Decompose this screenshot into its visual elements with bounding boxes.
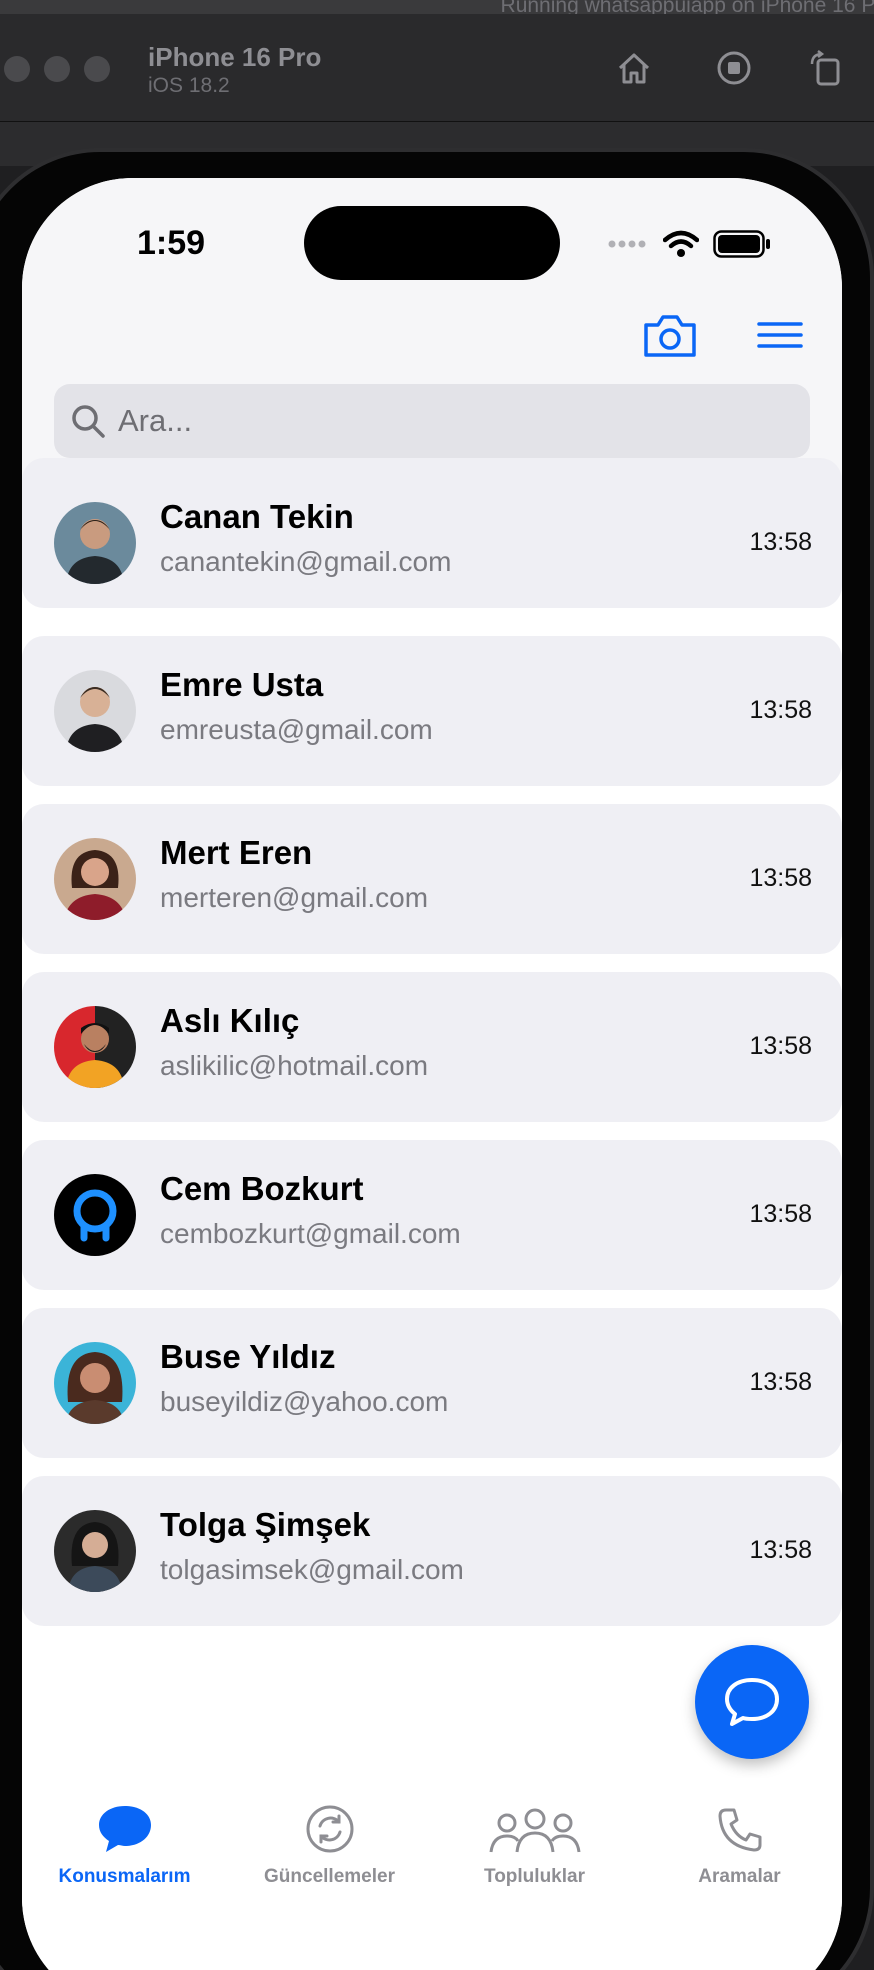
avatar-photo-icon xyxy=(54,1006,136,1088)
updates-icon xyxy=(306,1805,353,1853)
status-icons xyxy=(607,230,771,258)
avatar xyxy=(54,1006,136,1088)
phone-screen: 1:59 Ara... Canan Tekin canantekin@gmail… xyxy=(22,178,842,1970)
camera-icon xyxy=(644,315,696,357)
record-icon xyxy=(717,51,751,85)
message-time: 13:58 xyxy=(749,864,812,892)
screenshot-button[interactable] xyxy=(712,46,756,90)
message-time: 13:58 xyxy=(749,696,812,724)
simulator-os-version: iOS 18.2 xyxy=(148,74,230,97)
search-input[interactable] xyxy=(118,403,768,439)
avatar-photo-icon xyxy=(54,502,136,584)
tab-konusmalarim[interactable]: Konusmalarım xyxy=(22,1778,227,1908)
hamburger-menu-icon xyxy=(757,322,803,348)
simulator-title-bar: Running whatsappuiapp on iPhone 16 Pro i… xyxy=(0,0,874,122)
chat-row-cem-bozkurt[interactable]: Cem Bozkurt cembozkurt@gmail.com 13:58 xyxy=(22,1140,842,1290)
phone-icon xyxy=(718,1808,761,1852)
avatar-photo-icon xyxy=(54,1510,136,1592)
simulator-device-name: iPhone 16 Pro xyxy=(148,42,322,72)
tab-bar: Konusmalarım Güncellemeler Topluluklar A… xyxy=(22,1778,842,1970)
window-minimize-button[interactable] xyxy=(44,56,70,82)
rotate-button[interactable] xyxy=(804,46,848,90)
message-time: 13:58 xyxy=(749,528,812,556)
tab-label: Konusmalarım xyxy=(58,1866,191,1887)
default-avatar-icon xyxy=(54,1174,136,1256)
contact-name: Aslı Kılıç xyxy=(160,1002,300,1039)
chat-row-asli-kilic[interactable]: Aslı Kılıç aslikilic@hotmail.com 13:58 xyxy=(22,972,842,1122)
tab-aramalar[interactable]: Aramalar xyxy=(637,1778,842,1908)
tab-guncellemeler[interactable]: Güncellemeler xyxy=(227,1778,432,1908)
camera-button[interactable] xyxy=(642,313,698,359)
contact-email: canantekin@gmail.com xyxy=(160,546,452,577)
cellular-signal-icon xyxy=(608,240,646,248)
message-time: 13:58 xyxy=(749,1032,812,1060)
contact-email: merteren@gmail.com xyxy=(160,882,429,913)
chat-row-emre-usta[interactable]: Emre Usta emreusta@gmail.com 13:58 xyxy=(22,636,842,786)
status-time: 1:59 xyxy=(137,224,206,262)
window-close-button[interactable] xyxy=(4,56,30,82)
tab-label: Topluluklar xyxy=(484,1866,585,1887)
rotate-icon xyxy=(810,50,840,86)
avatar-photo-icon xyxy=(54,670,136,752)
contact-name: Emre Usta xyxy=(160,666,324,703)
avatar-photo-icon xyxy=(54,838,136,920)
avatar-photo-icon xyxy=(54,1342,136,1424)
contact-email: aslikilic@hotmail.com xyxy=(160,1050,429,1081)
tab-topluluklar[interactable]: Topluluklar xyxy=(432,1778,637,1908)
tab-label: Aramalar xyxy=(698,1866,781,1887)
simulator-status-strip: Running whatsappuiapp on iPhone 16 Pro xyxy=(0,0,874,14)
avatar xyxy=(54,1174,136,1256)
window-zoom-button[interactable] xyxy=(84,56,110,82)
avatar xyxy=(54,838,136,920)
communities-icon xyxy=(489,1808,580,1853)
contact-email: emreusta@gmail.com xyxy=(160,714,433,745)
avatar xyxy=(54,1342,136,1424)
tab-label: Güncellemeler xyxy=(264,1866,395,1887)
contact-name: Buse Yıldız xyxy=(160,1338,336,1375)
search-icon xyxy=(72,405,105,438)
home-button[interactable] xyxy=(612,46,656,90)
menu-button[interactable] xyxy=(757,318,803,352)
contact-email: cembozkurt@gmail.com xyxy=(160,1218,461,1249)
contact-name: Canan Tekin xyxy=(160,498,354,535)
battery-icon xyxy=(713,230,770,258)
chat-bubble-icon xyxy=(98,1806,151,1852)
chat-row-buse-yildiz[interactable]: Buse Yıldız buseyildiz@yahoo.com 13:58 xyxy=(22,1308,842,1458)
message-time: 13:58 xyxy=(749,1368,812,1396)
contact-name: Cem Bozkurt xyxy=(160,1170,364,1207)
avatar xyxy=(54,1510,136,1592)
contact-name: Tolga Şimşek xyxy=(160,1506,371,1543)
home-icon xyxy=(618,53,650,84)
message-time: 13:58 xyxy=(749,1200,812,1228)
message-time: 13:58 xyxy=(749,1536,812,1564)
wifi-icon xyxy=(663,230,699,257)
search-bar[interactable] xyxy=(54,384,810,458)
simulator-running-text: Running whatsappuiapp on iPhone 16 Pro xyxy=(500,0,874,14)
chat-row-tolga-simsek[interactable]: Tolga Şimşek tolgasimsek@gmail.com 13:58 xyxy=(22,1476,842,1626)
avatar xyxy=(54,502,136,584)
chat-row-mert-eren[interactable]: Mert Eren merteren@gmail.com 13:58 xyxy=(22,804,842,954)
chat-bubble-outline-icon xyxy=(725,1678,779,1726)
contact-email: tolgasimsek@gmail.com xyxy=(160,1554,464,1585)
contact-name: Mert Eren xyxy=(160,834,313,871)
avatar xyxy=(54,670,136,752)
contact-email: buseyildiz@yahoo.com xyxy=(160,1386,449,1417)
chat-row-canan-tekin[interactable]: Canan Tekin canantekin@gmail.com 13:58 xyxy=(22,458,842,608)
dynamic-island xyxy=(304,206,560,280)
new-chat-button[interactable] xyxy=(695,1645,809,1759)
